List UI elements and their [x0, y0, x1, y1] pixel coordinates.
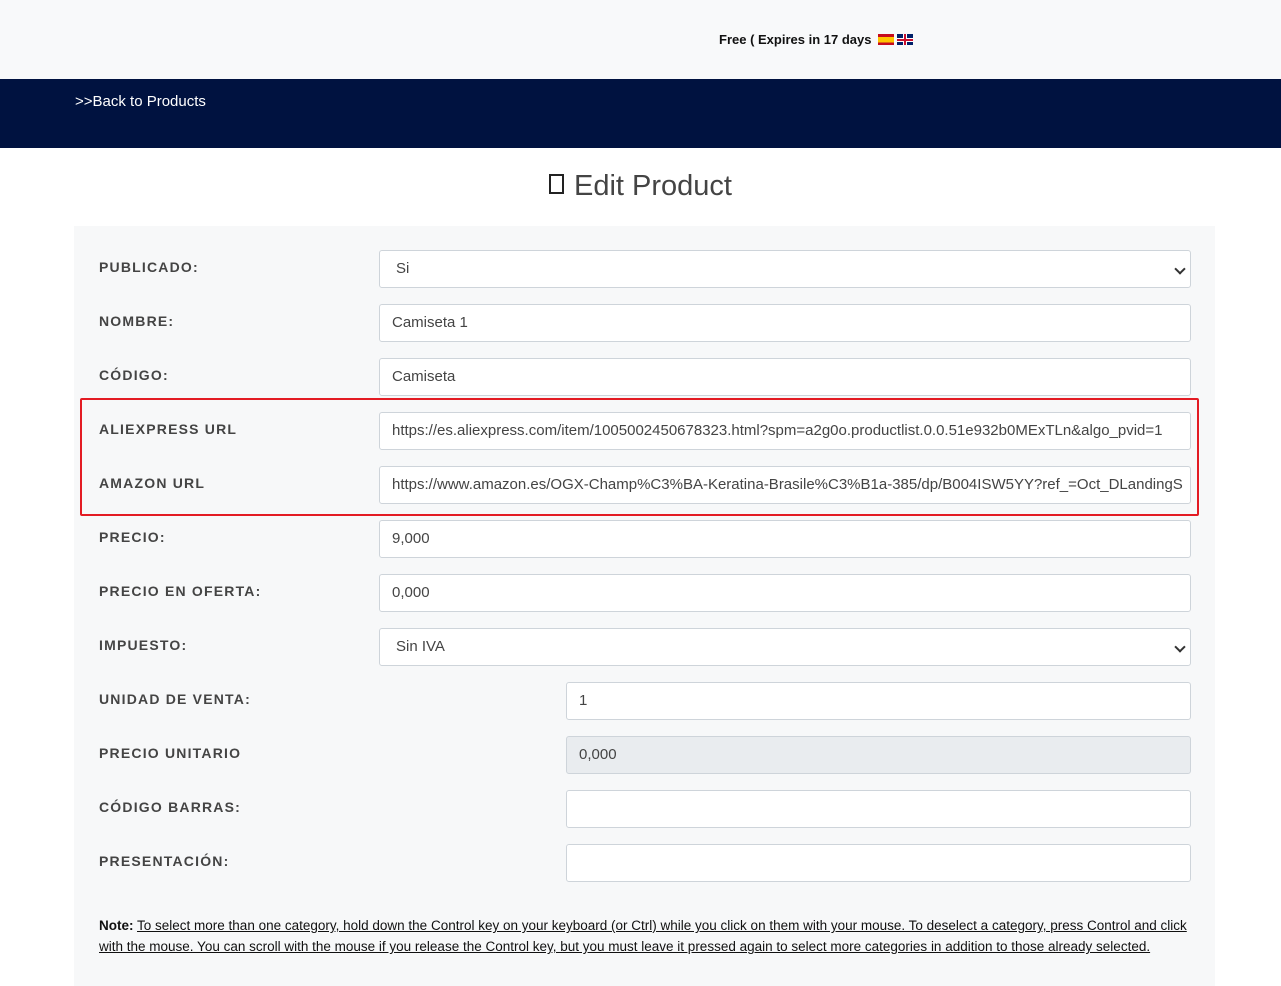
unidad-venta-label: UNIDAD DE VENTA:	[99, 691, 251, 707]
note-text: To select more than one category, hold d…	[99, 918, 1187, 954]
precio-unitario-input: 0,000	[566, 736, 1191, 774]
nav-bar	[0, 79, 1281, 148]
edit-icon	[549, 174, 564, 194]
precio-oferta-label: PRECIO EN OFERTA:	[99, 583, 262, 599]
aliexpress-url-input[interactable]: https://es.aliexpress.com/item/100500245…	[379, 412, 1191, 450]
precio-unitario-label: PRECIO UNITARIO	[99, 745, 242, 761]
impuesto-select[interactable]: Sin IVA	[379, 628, 1191, 666]
page-title: Edit Product	[0, 170, 1281, 203]
plan-status: Free ( Expires in 17 days	[719, 32, 914, 47]
codigo-barras-label: CÓDIGO BARRAS:	[99, 799, 242, 815]
precio-input[interactable]: 9,000	[379, 520, 1191, 558]
nombre-label: NOMBRE:	[99, 313, 175, 329]
note-prefix: Note:	[99, 918, 134, 933]
back-to-products-link[interactable]: >>Back to Products	[75, 93, 206, 110]
publicado-value: Si	[396, 260, 410, 277]
category-note: Note: To select more than one category, …	[99, 915, 1194, 957]
codigo-barras-input[interactable]	[566, 790, 1191, 828]
chevron-down-icon	[1174, 263, 1186, 275]
impuesto-value: Sin IVA	[396, 638, 445, 655]
top-bar: Free ( Expires in 17 days	[0, 0, 1281, 79]
chevron-down-icon	[1174, 641, 1186, 653]
amazon-url-input[interactable]: https://www.amazon.es/OGX-Champ%C3%BA-Ke…	[379, 466, 1191, 504]
precio-label: PRECIO:	[99, 529, 166, 545]
uk-flag-icon[interactable]	[897, 34, 914, 45]
page-title-text: Edit Product	[574, 170, 732, 202]
plan-text: Free ( Expires in 17 days	[719, 32, 872, 47]
publicado-label: PUBLICADO:	[99, 259, 199, 275]
codigo-label: CÓDIGO:	[99, 367, 169, 383]
precio-oferta-input[interactable]: 0,000	[379, 574, 1191, 612]
publicado-select[interactable]: Si	[379, 250, 1191, 288]
amazon-url-label: AMAZON URL	[99, 475, 206, 491]
presentacion-input[interactable]	[566, 844, 1191, 882]
impuesto-label: IMPUESTO:	[99, 637, 188, 653]
spanish-flag-icon[interactable]	[878, 34, 895, 45]
unidad-venta-input[interactable]: 1	[566, 682, 1191, 720]
presentacion-label: PRESENTACIÓN:	[99, 853, 230, 869]
aliexpress-url-label: ALIEXPRESS URL	[99, 421, 238, 437]
codigo-input[interactable]: Camiseta	[379, 358, 1191, 396]
nombre-input[interactable]: Camiseta 1	[379, 304, 1191, 342]
